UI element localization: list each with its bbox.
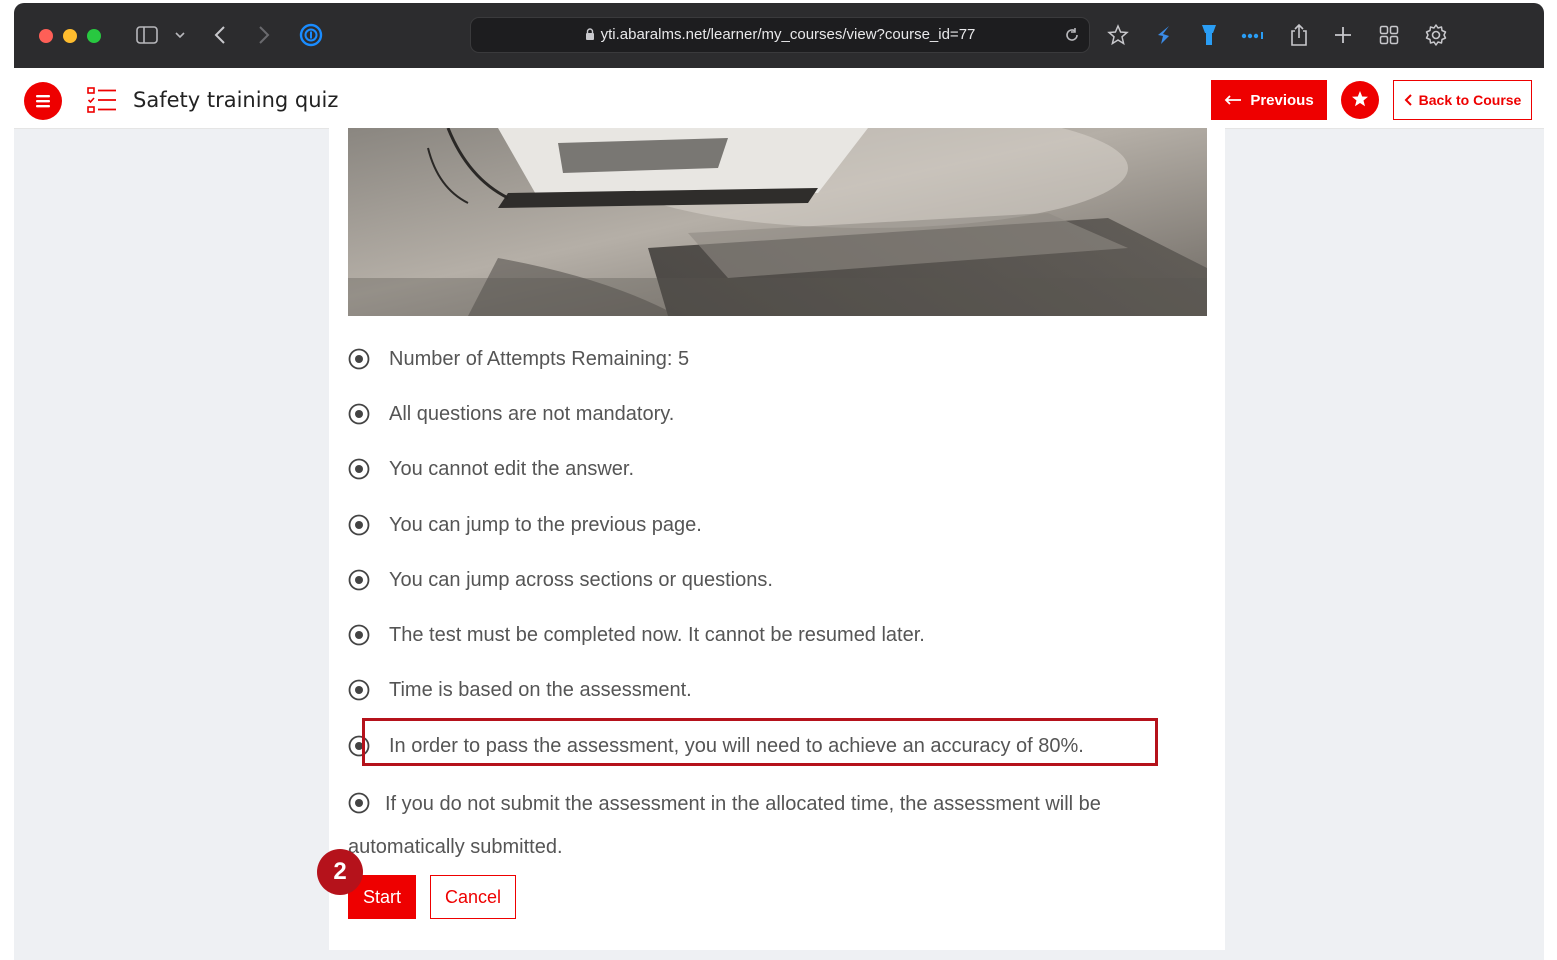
close-window-button[interactable]: [39, 29, 53, 43]
radio-dot-icon: [348, 514, 370, 536]
rule-text: You can jump to the previous page.: [389, 513, 702, 536]
radio-dot-icon: [348, 403, 370, 425]
radio-dot-icon: [348, 624, 370, 646]
bookmark-star-icon[interactable]: [1104, 17, 1132, 53]
radio-dot-icon: [348, 458, 370, 480]
url-text[interactable]: yti.abaralms.net/learner/my_courses/view…: [471, 18, 1089, 52]
radio-dot-icon: [348, 792, 370, 814]
star-icon: [1352, 91, 1368, 107]
rule-item: Number of Attempts Remaining: 5: [348, 344, 689, 374]
page-title: Safety training quiz: [133, 88, 339, 112]
banner-image: [348, 128, 1207, 316]
radio-dot-icon: [348, 679, 370, 701]
rule-item: You can jump to the previous page.: [348, 510, 702, 540]
favorite-button[interactable]: [1341, 81, 1379, 119]
rule-text: Number of Attempts Remaining: 5: [389, 347, 690, 370]
rule-text: If you do not submit the assessment in t…: [348, 793, 1101, 858]
radio-dot-icon: [348, 569, 370, 591]
cancel-button[interactable]: Cancel: [430, 875, 516, 919]
chevron-down-icon[interactable]: [170, 17, 190, 53]
main-menu-button[interactable]: [24, 82, 62, 120]
highlight-annotation: [362, 718, 1158, 766]
minimize-window-button[interactable]: [63, 29, 77, 43]
previous-button[interactable]: Previous: [1211, 80, 1327, 120]
tab-overview-icon[interactable]: [1375, 17, 1403, 53]
share-icon[interactable]: [1285, 17, 1313, 53]
app-header: Safety training quiz Previous Back to Co…: [14, 68, 1544, 129]
back-arrow-icon[interactable]: [207, 17, 233, 53]
back-to-course-button[interactable]: Back to Course: [1393, 80, 1532, 120]
password-manager-icon[interactable]: [297, 17, 325, 53]
rule-text: You cannot edit the answer.: [389, 457, 634, 480]
sidebar-toggle-icon[interactable]: [132, 17, 162, 53]
address-bar[interactable]: yti.abaralms.net/learner/my_courses/view…: [470, 17, 1090, 53]
reload-icon[interactable]: [1063, 26, 1081, 49]
browser-window: yti.abaralms.net/learner/my_courses/view…: [14, 3, 1544, 960]
zoom-window-button[interactable]: [87, 29, 101, 43]
rule-item: All questions are not mandatory.: [348, 399, 674, 429]
settings-gear-icon[interactable]: [1421, 17, 1451, 53]
rule-item: The test must be completed now. It canno…: [348, 620, 925, 650]
extension-bird-icon[interactable]: [1151, 17, 1179, 53]
rule-item: Time is based on the assessment.: [348, 675, 692, 705]
lock-icon: [585, 28, 594, 40]
chevron-left-icon: [1404, 94, 1412, 106]
extension-flashlight-icon[interactable]: [1195, 17, 1223, 53]
hamburger-icon: [36, 95, 50, 108]
previous-label: Previous: [1250, 91, 1314, 109]
rule-text: Time is based on the assessment.: [389, 678, 692, 701]
rule-text: All questions are not mandatory.: [389, 402, 675, 425]
rule-item: You cannot edit the answer.: [348, 454, 634, 484]
back-to-course-label: Back to Course: [1418, 92, 1522, 108]
rule-text: You can jump across sections or question…: [389, 568, 773, 591]
forward-arrow-icon[interactable]: [251, 17, 277, 53]
rule-text: The test must be completed now. It canno…: [389, 623, 925, 646]
quiz-instructions-card: Number of Attempts Remaining: 5 All ques…: [329, 128, 1225, 950]
step-number-badge: 2: [317, 849, 363, 895]
radio-dot-icon: [348, 348, 370, 370]
rule-item: If you do not submit the assessment in t…: [348, 783, 1198, 869]
url-value: yti.abaralms.net/learner/my_courses/view…: [600, 26, 976, 43]
checklist-icon[interactable]: [86, 84, 118, 116]
browser-toolbar: yti.abaralms.net/learner/my_courses/view…: [14, 3, 1544, 68]
arrow-left-icon: [1225, 95, 1242, 105]
extension-dots-icon[interactable]: [1239, 17, 1267, 53]
new-tab-plus-icon[interactable]: [1329, 17, 1357, 53]
rule-item: You can jump across sections or question…: [348, 565, 773, 595]
